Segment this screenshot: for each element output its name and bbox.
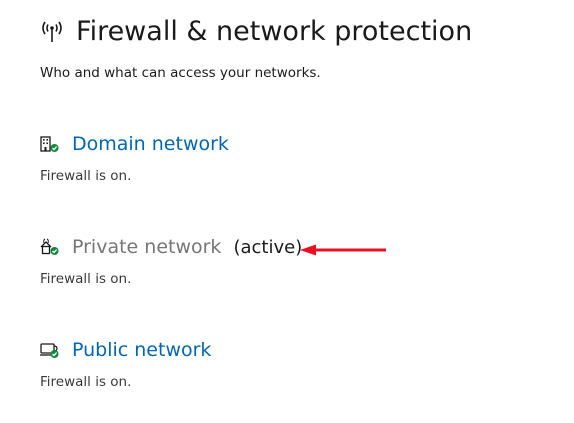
public-network-status: Firewall is on.: [40, 374, 132, 390]
private-home-icon: [39, 237, 61, 257]
public-network-link[interactable]: Public network: [72, 339, 211, 361]
page-subtitle: Who and what can access your networks.: [40, 65, 321, 81]
domain-network-row[interactable]: Domain network: [39, 133, 229, 155]
active-badge: (active): [233, 236, 303, 258]
private-network-label: Private network: [72, 236, 222, 258]
domain-network-link[interactable]: Domain network: [72, 133, 229, 155]
domain-network-status: Firewall is on.: [40, 168, 132, 184]
public-cafe-icon: [39, 340, 61, 360]
domain-building-icon: [39, 134, 61, 154]
annotation-arrow-icon: [298, 242, 390, 262]
public-network-row[interactable]: Public network: [39, 339, 211, 361]
private-network-status: Firewall is on.: [40, 271, 132, 287]
firewall-page: Firewall & network protection Who and wh…: [0, 0, 574, 423]
page-title: Firewall & network protection: [76, 15, 473, 47]
private-network-row: Private network (active): [39, 236, 302, 258]
page-header: Firewall & network protection: [38, 14, 472, 48]
wireless-signal-icon: [38, 14, 66, 48]
